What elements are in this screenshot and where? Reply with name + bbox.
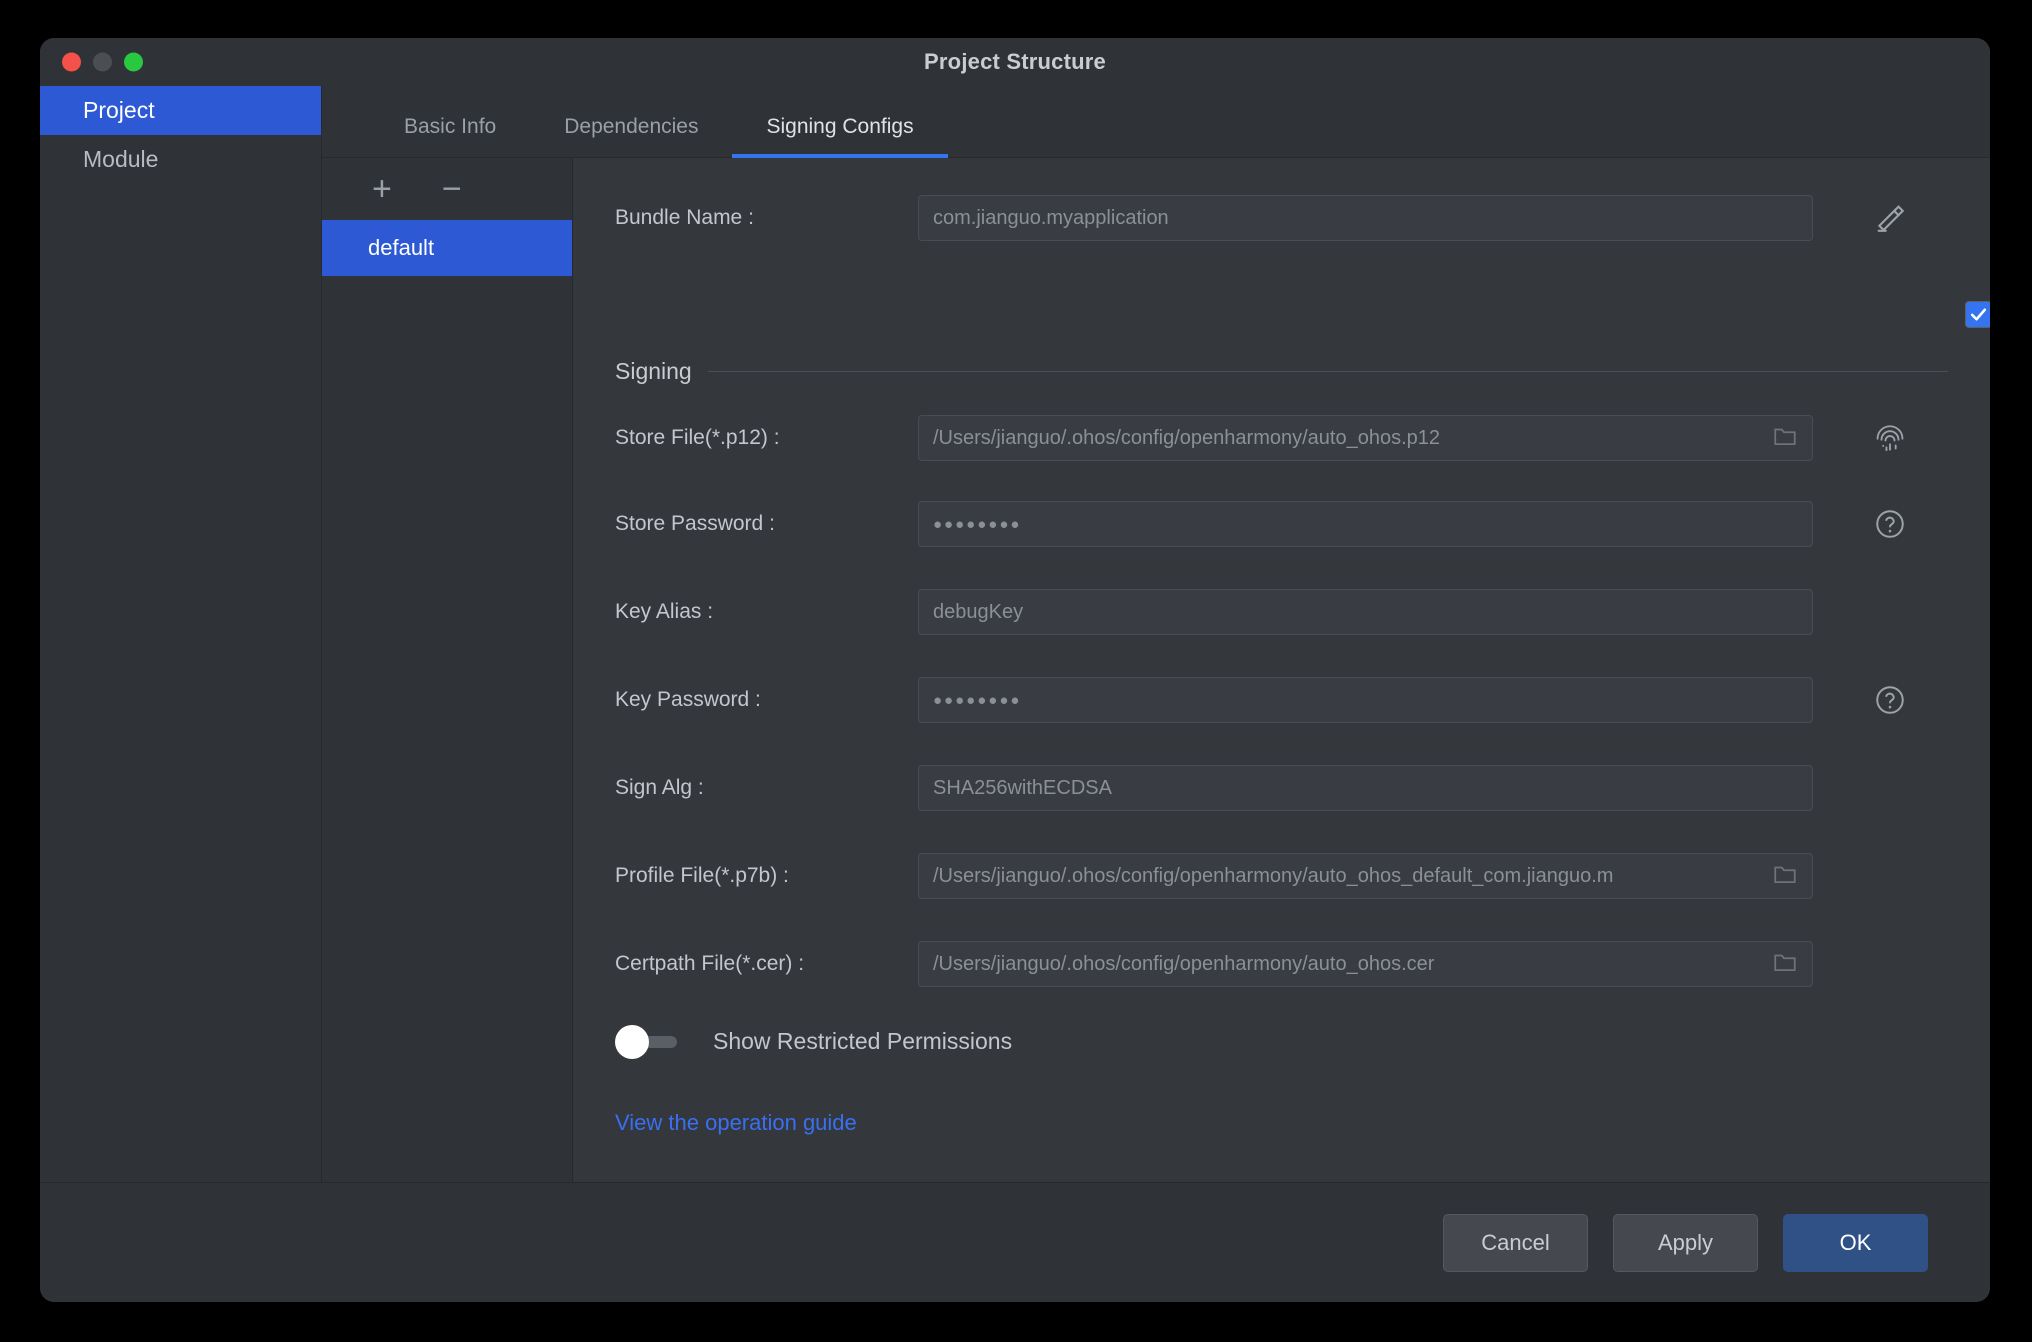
profile-file-row: Profile File(*.p7b) : /Users/jianguo/.oh… <box>573 850 1990 902</box>
apply-button[interactable]: Apply <box>1613 1214 1758 1272</box>
bundle-name-row: Bundle Name : com.jianguo.myapplication <box>573 192 1990 244</box>
sign-alg-label: Sign Alg : <box>615 776 704 800</box>
sidebar-item-project[interactable]: Project <box>40 86 321 135</box>
add-config-button[interactable]: + <box>372 172 392 206</box>
view-operation-guide-link[interactable]: View the operation guide <box>615 1110 857 1136</box>
signing-config-list-panel: + − default <box>322 158 573 1182</box>
list-toolbar: + − <box>322 158 572 220</box>
folder-icon[interactable] <box>1772 423 1798 454</box>
show-restricted-permissions-toggle[interactable] <box>615 1029 677 1055</box>
profile-file-label: Profile File(*.p7b) : <box>615 864 789 888</box>
bundle-name-value: com.jianguo.myapplication <box>933 207 1798 230</box>
close-button[interactable] <box>62 53 81 72</box>
tab-signing-configs[interactable]: Signing Configs <box>732 115 947 157</box>
title-bar: Project Structure <box>40 38 1990 86</box>
tab-label: Dependencies <box>564 115 698 138</box>
ok-button[interactable]: OK <box>1783 1214 1928 1272</box>
key-password-row: Key Password : ●●●●●●●● <box>573 674 1990 726</box>
store-file-input[interactable]: /Users/jianguo/.ohos/config/openharmony/… <box>918 415 1813 461</box>
project-structure-dialog: Project Structure Project Module Basic I… <box>40 38 1990 1302</box>
window-title: Project Structure <box>40 49 1990 75</box>
tab-dependencies[interactable]: Dependencies <box>530 115 732 157</box>
key-password-value: ●●●●●●●● <box>933 692 1798 709</box>
cancel-button[interactable]: Cancel <box>1443 1214 1588 1272</box>
profile-file-input[interactable]: /Users/jianguo/.ohos/config/openharmony/… <box>918 853 1813 899</box>
sign-alg-input[interactable]: SHA256withECDSA <box>918 765 1813 811</box>
tab-strip: Basic Info Dependencies Signing Configs <box>322 86 1990 158</box>
key-alias-value: debugKey <box>933 601 1798 624</box>
store-password-row: Store Password : ●●●●●●●● <box>573 498 1990 550</box>
store-password-input[interactable]: ●●●●●●●● <box>918 501 1813 547</box>
signing-group-header: Signing <box>615 358 1948 385</box>
dialog-footer: Cancel Apply OK <box>40 1182 1990 1302</box>
signing-form: Bundle Name : com.jianguo.myapplication <box>573 158 1990 1182</box>
list-item-label: default <box>368 235 434 261</box>
tab-label: Signing Configs <box>766 115 913 138</box>
dialog-body: Project Module Basic Info Dependencies S… <box>40 86 1990 1182</box>
key-password-input[interactable]: ●●●●●●●● <box>918 677 1813 723</box>
maximize-button[interactable] <box>124 53 143 72</box>
window-controls <box>62 53 143 72</box>
profile-file-value: /Users/jianguo/.ohos/config/openharmony/… <box>933 865 1766 888</box>
group-divider <box>708 371 1948 372</box>
key-alias-input[interactable]: debugKey <box>918 589 1813 635</box>
store-file-value: /Users/jianguo/.ohos/config/openharmony/… <box>933 427 1766 450</box>
minimize-button[interactable] <box>93 53 112 72</box>
signing-group-title: Signing <box>615 358 692 385</box>
folder-icon[interactable] <box>1772 949 1798 980</box>
sign-alg-row: Sign Alg : SHA256withECDSA <box>573 762 1990 814</box>
store-file-label: Store File(*.p12) : <box>615 426 780 450</box>
store-file-row: Store File(*.p12) : /Users/jianguo/.ohos… <box>573 412 1990 464</box>
toggle-knob <box>615 1025 649 1059</box>
tab-label: Basic Info <box>404 115 496 138</box>
sidebar: Project Module <box>40 86 322 1182</box>
store-password-value: ●●●●●●●● <box>933 516 1798 533</box>
certpath-file-value: /Users/jianguo/.ohos/config/openharmony/… <box>933 953 1766 976</box>
show-restricted-permissions-label: Show Restricted Permissions <box>713 1028 1012 1055</box>
key-password-label: Key Password : <box>615 688 761 712</box>
show-restricted-permissions-row[interactable]: Show Restricted Permissions <box>615 1028 1012 1055</box>
certpath-file-label: Certpath File(*.cer) : <box>615 952 804 976</box>
sidebar-item-module[interactable]: Module <box>40 135 321 184</box>
folder-icon[interactable] <box>1772 861 1798 892</box>
auto-generate-signing-checkbox[interactable] <box>1965 301 1990 328</box>
sidebar-item-label: Module <box>83 146 158 173</box>
bundle-name-label: Bundle Name : <box>615 206 754 230</box>
sign-alg-value: SHA256withECDSA <box>933 777 1798 800</box>
bundle-name-input[interactable]: com.jianguo.myapplication <box>918 195 1813 241</box>
certpath-file-input[interactable]: /Users/jianguo/.ohos/config/openharmony/… <box>918 941 1813 987</box>
help-circle-icon[interactable] <box>1873 683 1907 717</box>
list-item[interactable]: default <box>322 220 572 276</box>
right-pane: Basic Info Dependencies Signing Configs … <box>322 86 1990 1182</box>
sidebar-item-label: Project <box>83 97 155 124</box>
edit-pencil-icon[interactable] <box>1873 201 1907 235</box>
certpath-file-row: Certpath File(*.cer) : /Users/jianguo/.o… <box>573 938 1990 990</box>
fingerprint-icon[interactable] <box>1873 421 1907 455</box>
remove-config-button[interactable]: − <box>442 172 462 206</box>
store-password-label: Store Password : <box>615 512 775 536</box>
tab-basic-info[interactable]: Basic Info <box>370 115 530 157</box>
auto-generate-signing-checkbox-row[interactable]: Automatically generate signing <box>1965 278 1990 350</box>
tab-content: + − default Bundle Name : com.jianguo.my… <box>322 158 1990 1182</box>
help-circle-icon[interactable] <box>1873 507 1907 541</box>
key-alias-row: Key Alias : debugKey <box>573 586 1990 638</box>
key-alias-label: Key Alias : <box>615 600 713 624</box>
